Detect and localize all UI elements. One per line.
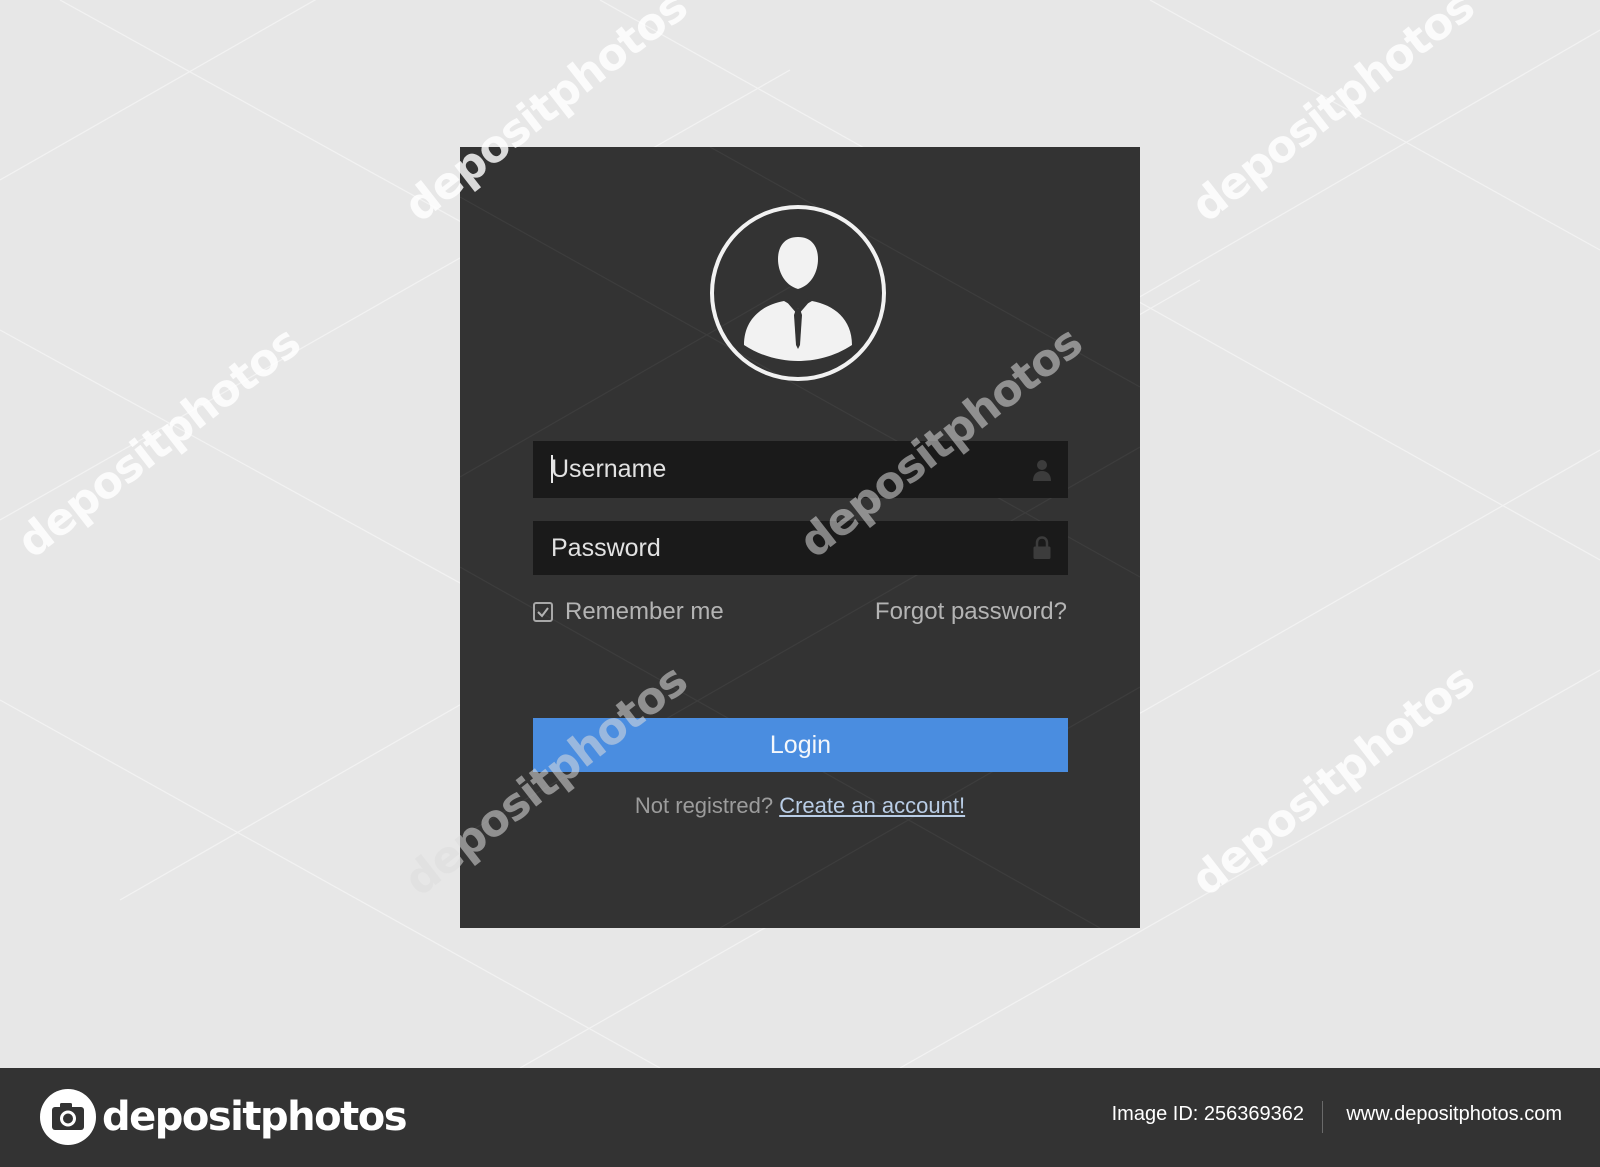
username-field[interactable] (533, 441, 1068, 498)
login-card: Remember me Forgot password? Login Not r… (460, 147, 1140, 928)
remember-me-checkbox[interactable]: Remember me (533, 597, 724, 627)
user-avatar (710, 205, 886, 381)
text-caret (551, 455, 553, 483)
footer-divider (1322, 1101, 1323, 1133)
not-registered-text: Not registred? (634, 793, 774, 818)
site-url: www.depositphotos.com (1346, 1103, 1562, 1125)
user-icon (1033, 459, 1051, 481)
password-field[interactable] (533, 521, 1068, 575)
camera-logo-icon (40, 1089, 96, 1145)
image-id-label: Image ID: 256369362 (1111, 1103, 1304, 1125)
footer-bar: depositphotos Image ID: 256369362 www.de… (0, 1068, 1600, 1167)
remember-me-label: Remember me (565, 598, 724, 625)
password-input[interactable] (551, 521, 1018, 575)
brand-logo: depositphotos (40, 1089, 408, 1145)
checkmark-icon (537, 607, 549, 618)
username-input[interactable] (551, 441, 1018, 498)
remember-checkbox-box[interactable] (533, 602, 553, 622)
register-prompt: Not registred? Create an account! (460, 793, 1140, 819)
lock-icon (1033, 536, 1051, 559)
create-account-link[interactable]: Create an account! (779, 793, 965, 818)
forgot-password-link[interactable]: Forgot password? (875, 597, 1067, 627)
brand-name: depositphotos (102, 1094, 408, 1140)
user-avatar-icon (744, 237, 852, 361)
login-button[interactable]: Login (533, 718, 1068, 772)
